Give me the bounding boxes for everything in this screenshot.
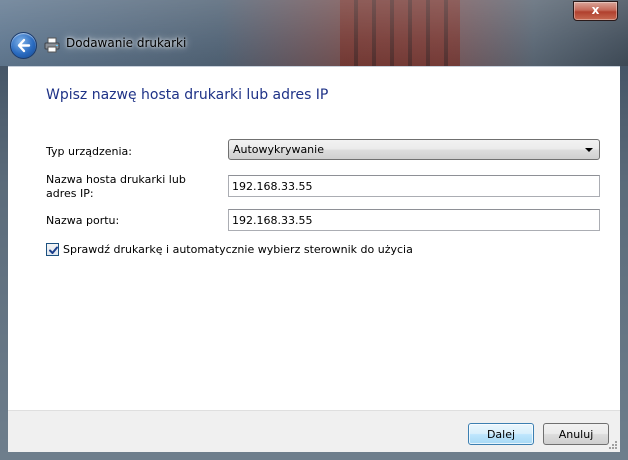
resize-grip-icon[interactable] xyxy=(608,440,618,450)
printer-icon xyxy=(44,37,60,53)
add-printer-window: x Dodawanie drukarki Wpisz nazwę hosta d… xyxy=(0,0,628,460)
port-label: Nazwa portu: xyxy=(46,214,120,227)
close-button[interactable]: x xyxy=(573,1,618,21)
wizard-footer: Dalej Anuluj xyxy=(8,410,620,452)
host-input[interactable] xyxy=(228,175,600,197)
title-bar-glass xyxy=(0,0,628,66)
query-printer-label: Sprawdź drukarkę i automatycznie wybierz… xyxy=(63,243,413,256)
next-button[interactable]: Dalej xyxy=(468,423,534,445)
query-printer-row[interactable]: Sprawdź drukarkę i automatycznie wybierz… xyxy=(46,243,413,256)
back-button[interactable] xyxy=(10,32,37,59)
port-input[interactable] xyxy=(228,209,600,231)
page-heading: Wpisz nazwę hosta drukarki lub adres IP xyxy=(46,87,329,103)
close-icon: x xyxy=(591,3,600,17)
device-type-selected: Autowykrywanie xyxy=(233,143,324,156)
back-arrow-icon xyxy=(17,38,31,53)
device-type-label: Typ urządzenia: xyxy=(46,145,133,158)
query-printer-checkbox[interactable] xyxy=(46,243,59,256)
host-label: Nazwa hosta drukarki lub adres IP: xyxy=(46,173,186,200)
window-title: Dodawanie drukarki xyxy=(66,36,187,50)
device-type-dropdown[interactable]: Autowykrywanie xyxy=(228,139,600,160)
wizard-content: Wpisz nazwę hosta drukarki lub adres IP … xyxy=(8,66,620,411)
chevron-down-icon xyxy=(585,148,593,152)
checkmark-icon xyxy=(49,246,58,254)
cancel-button[interactable]: Anuluj xyxy=(543,423,609,445)
